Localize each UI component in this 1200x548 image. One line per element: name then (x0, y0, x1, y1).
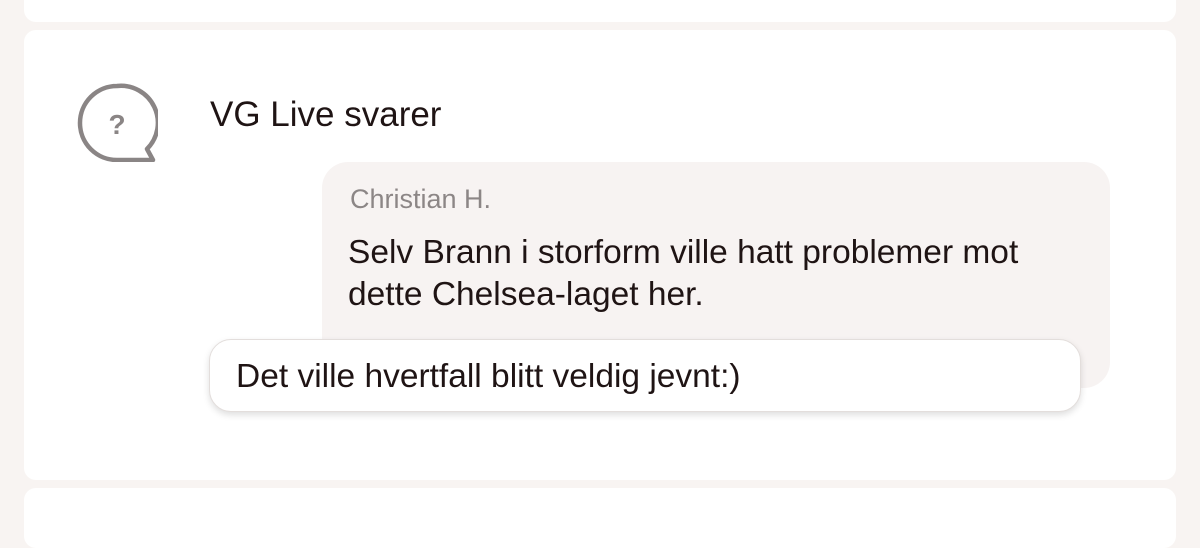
previous-post-card (24, 0, 1176, 22)
next-post-card (24, 488, 1176, 548)
question-text: Selv Brann i storform ville hatt problem… (348, 234, 1019, 313)
question-bubble-icon: ? (77, 83, 158, 162)
answer-text: Det ville hvertfall blitt veldig jevnt:) (236, 358, 741, 395)
question-author: Christian H. (350, 184, 492, 214)
question-mark-glyph: ? (108, 109, 125, 140)
post-header-title: VG Live svarer (210, 95, 442, 134)
